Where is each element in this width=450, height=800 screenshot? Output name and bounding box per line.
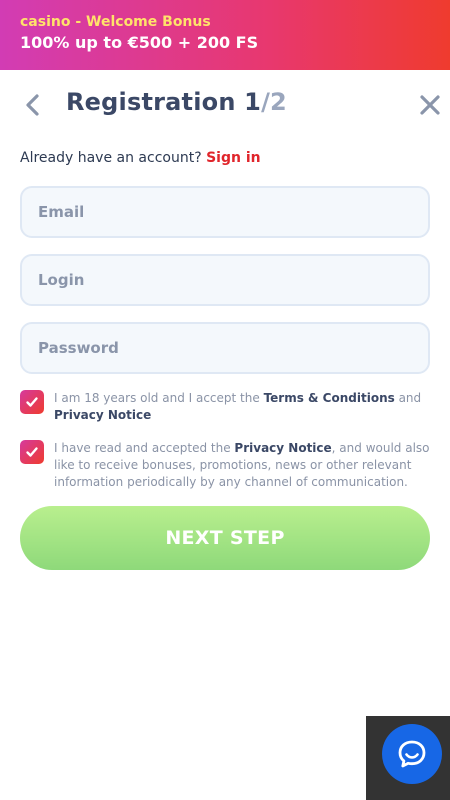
promo-offer: 100% up to €500 + 200 FS (20, 33, 259, 52)
next-step-button[interactable]: NEXT STEP (20, 506, 430, 570)
terms-consent-middle: and (394, 391, 422, 405)
login-input[interactable] (20, 254, 430, 306)
promo-brand: casino (20, 14, 71, 30)
close-button[interactable] (418, 93, 442, 117)
chat-button[interactable] (382, 724, 442, 784)
back-button[interactable] (20, 92, 46, 118)
terms-consent-text: I am 18 years old and I accept the Terms… (54, 390, 430, 424)
signin-link[interactable]: Sign in (206, 150, 261, 166)
title-step-total: /2 (261, 88, 287, 116)
marketing-consent-text: I have read and accepted the Privacy Not… (54, 440, 430, 491)
signin-prompt-row: Already have an account? Sign in (20, 150, 261, 166)
terms-conditions-link[interactable]: Terms & Conditions (264, 391, 395, 405)
chevron-left-icon (26, 94, 39, 116)
page-title: Registration 1/2 (66, 88, 287, 116)
checkmark-icon (26, 447, 38, 457)
terms-checkbox[interactable] (20, 390, 44, 414)
privacy-notice-link[interactable]: Privacy Notice (54, 408, 151, 422)
promo-headline: Welcome Bonus (86, 14, 211, 30)
registration-header: Registration 1/2 (0, 70, 450, 138)
promo-title: casino - Welcome Bonus (20, 13, 430, 31)
title-step: Registration 1 (66, 88, 262, 116)
chat-bubble-icon (398, 740, 426, 768)
password-input[interactable] (20, 322, 430, 374)
marketing-consent-row: I have read and accepted the Privacy Not… (20, 440, 430, 491)
privacy-notice-link[interactable]: Privacy Notice (234, 441, 331, 455)
marketing-checkbox[interactable] (20, 440, 44, 464)
terms-consent-row: I am 18 years old and I accept the Terms… (20, 390, 430, 424)
close-icon (420, 95, 440, 115)
email-input[interactable] (20, 186, 430, 238)
chat-widget (366, 716, 450, 800)
promo-separator: - (70, 14, 87, 30)
promo-banner[interactable]: casino - Welcome Bonus 100% up to €500 +… (0, 0, 450, 70)
marketing-consent-prefix: I have read and accepted the (54, 441, 235, 455)
signin-prompt: Already have an account? (20, 150, 202, 166)
terms-consent-prefix: I am 18 years old and I accept the (54, 391, 264, 405)
checkmark-icon (26, 397, 38, 407)
